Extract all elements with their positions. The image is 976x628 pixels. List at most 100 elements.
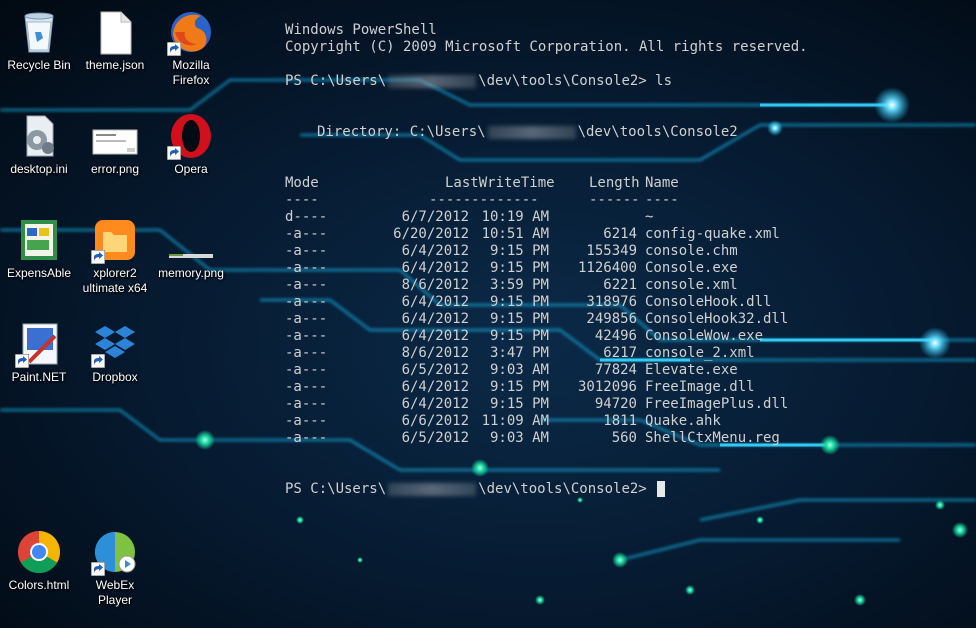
recycle-bin-icon [15,8,63,56]
separator-mode: ---- [285,192,319,208]
desktop-icon-firefox[interactable]: Mozilla Firefox [156,8,226,88]
cell-length: 94720 [594,396,637,412]
desktop-icon-label: xplorer2 ultimate x64 [82,266,148,295]
file-icon [91,8,139,56]
cell-date: 6/6/2012 [401,413,469,429]
table-row: -a--- 6/4/2012 9:15 PM 94720 FreeImagePlus.d… [285,396,845,413]
table-row: -a--- 6/5/2012 9:03 AM 560 ShellCtxMenu.reg [285,430,845,447]
directory-prefix: Directory: C:\Users\ [317,124,486,140]
console-header-copyright: Copyright (C) 2009 Microsoft Corporation… [285,39,808,55]
prompt-prefix: PS C:\Users\ [285,73,387,89]
cell-date: 6/4/2012 [401,243,469,259]
chrome-icon [15,528,63,576]
desktop-icon-paint-net[interactable]: Paint.NET [4,320,74,385]
desktop-icon-opera[interactable]: Opera [156,112,226,177]
image-file-icon [91,112,139,160]
cell-name: FreeImagePlus.dll [645,396,789,412]
desktop-icon-recycle-bin[interactable]: Recycle Bin [4,8,74,73]
webex-player-icon [91,528,139,576]
table-row: -a--- 6/20/2012 10:51 AM 6214 config-quake.x… [285,226,845,243]
table-separator-row: ---- ------------- ------ ---- [285,192,845,209]
cell-mode: -a--- [285,328,328,344]
cell-mode: -a--- [285,345,328,361]
redacted-username [487,125,576,139]
separator-length: ------ [589,192,640,208]
cell-length: 6221 [603,277,637,293]
cell-time: 10:19 AM [481,209,549,225]
cell-time: 9:15 PM [489,243,549,259]
table-header-row: Mode LastWriteTime Length Name [285,175,845,192]
cell-name: ConsoleHook32.dll [645,311,789,327]
table-row: -a--- 8/6/2012 3:47 PM 6217 console_2.xml [285,345,845,362]
cell-length: 6214 [603,226,637,242]
table-row: -a--- 6/5/2012 9:03 AM 77824 Elevate.exe [285,362,845,379]
redacted-username [388,482,477,496]
console-prompt-line[interactable]: PS C:\Users\ \dev\tools\Console2> [285,481,666,498]
directory-line: Directory: C:\Users\ \dev\tools\Console2 [317,124,738,141]
table-row: -a--- 6/4/2012 9:15 PM 249856 ConsoleHook32.… [285,311,845,328]
column-header-lastwritetime: LastWriteTime [445,175,555,191]
cell-name: console.xml [645,277,738,293]
cell-mode: -a--- [285,294,328,310]
cell-name: Quake.ahk [645,413,721,429]
cell-name: Elevate.exe [645,362,738,378]
cell-name: Console.exe [645,260,738,276]
powershell-console[interactable]: Windows PowerShell Copyright (C) 2009 Mi… [285,22,975,522]
cell-time: 3:59 PM [489,277,549,293]
cell-name: ShellCtxMenu.reg [645,430,780,446]
desktop-icon-colors-html[interactable]: Colors.html [4,528,74,593]
prompt-suffix: \dev\tools\Console2> [478,73,647,89]
desktop-icon-label: WebEx Player [95,578,135,607]
cell-mode: -a--- [285,311,328,327]
cell-time: 9:15 PM [489,396,549,412]
separator-lastwritetime: ------------- [429,192,539,208]
desktop-icon-error-png[interactable]: error.png [80,112,150,177]
desktop-icon-label: memory.png [158,266,224,280]
cell-mode: -a--- [285,226,328,242]
cell-mode: -a--- [285,379,328,395]
desktop-icon-xplorer2[interactable]: xplorer2 ultimate x64 [80,216,150,296]
cell-date: 6/4/2012 [401,379,469,395]
cell-date: 6/4/2012 [401,328,469,344]
desktop-icon-label: Opera [174,162,208,176]
prompt-suffix: \dev\tools\Console2> [478,481,647,497]
prompt-prefix: PS C:\Users\ [285,481,387,497]
desktop-icon-label: Mozilla Firefox [172,58,210,87]
desktop-icon-expensable[interactable]: ExpensAble [4,216,74,281]
cell-time: 9:15 PM [489,311,549,327]
desktop-icon-theme-json[interactable]: theme.json [80,8,150,73]
cell-length: 42496 [594,328,637,344]
cell-length: 1126400 [577,260,637,276]
cell-name: ConsoleWow.exe [645,328,764,344]
desktop-icon-label: error.png [90,162,140,176]
desktop-icon-dropbox[interactable]: Dropbox [80,320,150,385]
desktop-icon-label: theme.json [85,58,145,72]
firefox-icon [167,8,215,56]
expensable-icon [15,216,63,264]
cell-date: 8/6/2012 [401,345,469,361]
table-row: -a--- 6/4/2012 9:15 PM 3012096 FreeImage.dll [285,379,845,396]
cell-date: 6/20/2012 [393,226,469,242]
column-header-name: Name [645,175,679,191]
cell-date: 6/4/2012 [401,396,469,412]
cell-time: 9:15 PM [489,260,549,276]
cell-date: 6/5/2012 [401,362,469,378]
cell-date: 6/4/2012 [401,260,469,276]
cell-time: 11:09 AM [481,413,549,429]
cell-length: 560 [611,430,637,446]
paint-net-icon [15,320,63,368]
cell-name: console.chm [645,243,738,259]
xplorer2-icon [91,216,139,264]
console-prompt-line: PS C:\Users\ \dev\tools\Console2> ls [285,73,672,90]
cell-length: 6217 [603,345,637,361]
desktop-icon-desktop-ini[interactable]: desktop.ini [4,112,74,177]
cell-time: 9:15 PM [489,328,549,344]
text-cursor [657,481,666,497]
cell-time: 10:51 AM [481,226,549,242]
dropbox-icon [91,320,139,368]
desktop-icon-webex-player[interactable]: WebEx Player [80,528,150,608]
table-row: -a--- 8/6/2012 3:59 PM 6221 console.xml [285,277,845,294]
desktop-icon-memory-png[interactable]: memory.png [156,216,226,281]
cell-mode: -a--- [285,362,328,378]
cell-date: 6/7/2012 [401,209,469,225]
